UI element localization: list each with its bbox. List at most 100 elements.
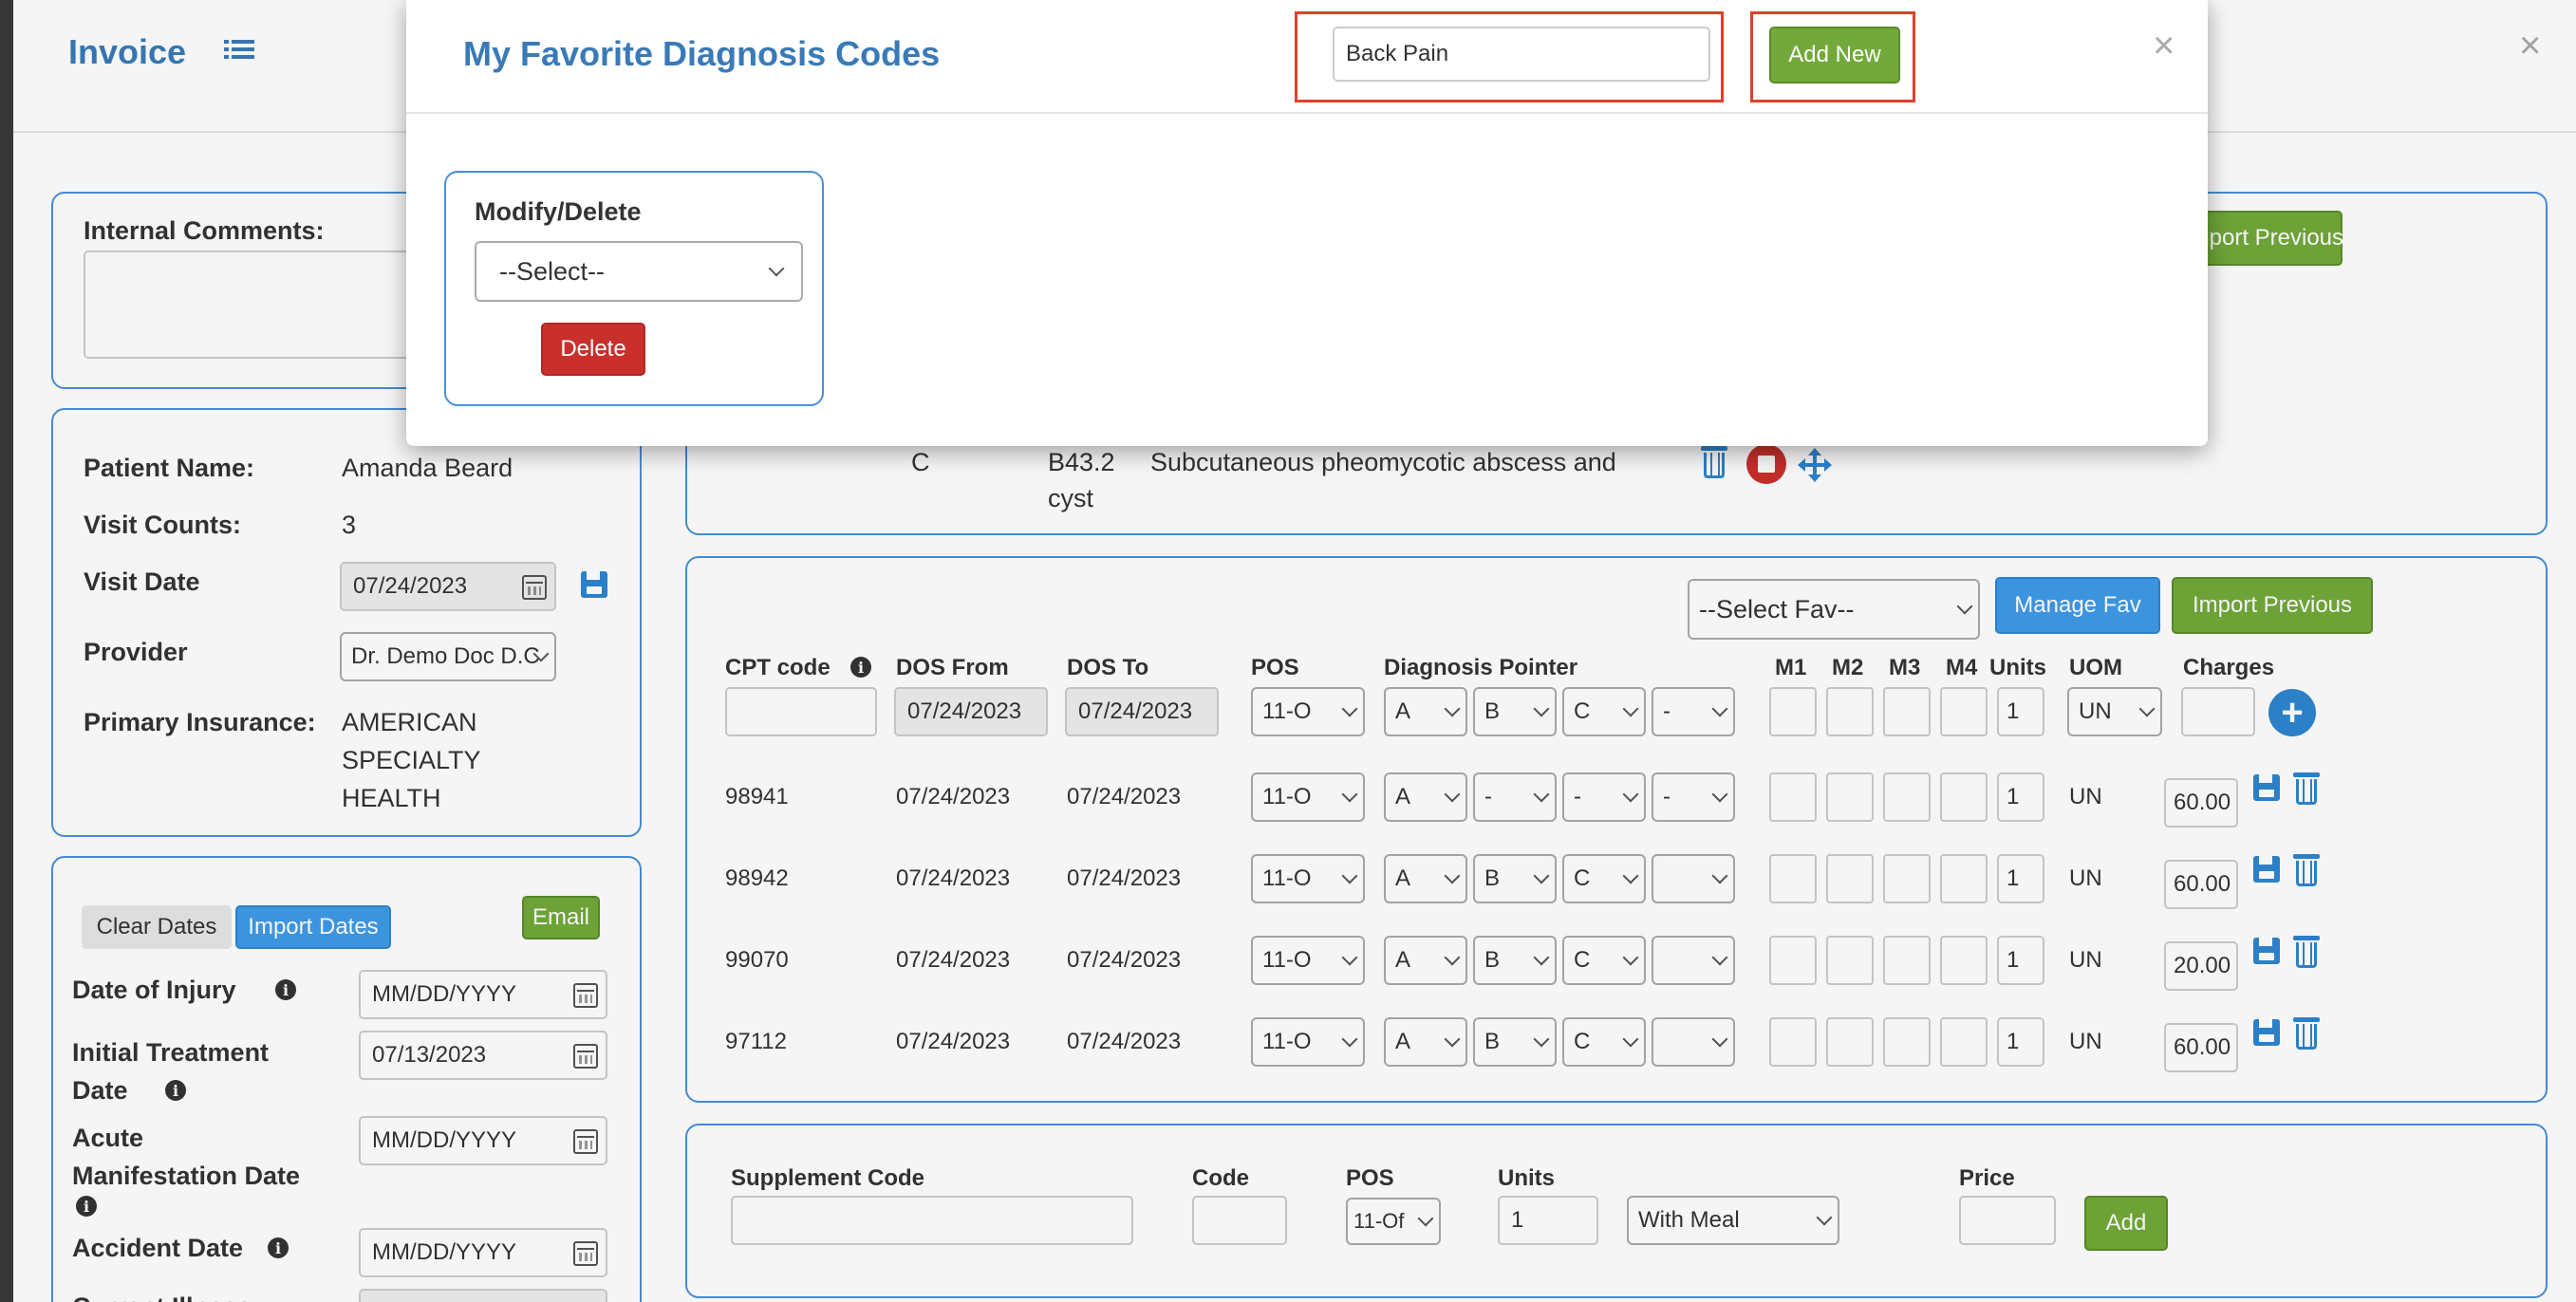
acute-manifestation-input[interactable]: MM/DD/YYYY [359,1116,607,1165]
units-input[interactable]: 1 [1997,772,2044,822]
accident-date-calendar-icon[interactable] [573,1241,598,1266]
add-cpt-icon[interactable]: + [2268,689,2316,736]
m3-input[interactable] [1883,936,1931,985]
pointer-1-select[interactable]: A [1384,854,1467,903]
pointer-3-select[interactable]: C [1562,936,1646,985]
date-of-injury-input[interactable]: MM/DD/YYYY [359,970,607,1019]
m1-input[interactable] [1769,854,1817,903]
invoice-close-icon[interactable]: × [2519,25,2541,67]
initial-treatment-calendar-icon[interactable] [573,1044,598,1069]
charges-input[interactable]: 60.00 [2164,860,2238,909]
pointer-2-select[interactable]: - [1473,772,1557,822]
initial-treatment-info-icon[interactable]: i [165,1080,186,1101]
m1-input[interactable] [1769,772,1817,822]
pointer-4-select[interactable] [1652,854,1735,903]
m3-input[interactable] [1883,772,1931,822]
row-delete-icon[interactable] [2293,772,2320,805]
accident-date-input[interactable]: MM/DD/YYYY [359,1228,607,1277]
m4-input[interactable] [1940,936,1988,985]
charges-input[interactable]: 60.00 [2164,1023,2238,1072]
pointer-3-select[interactable]: - [1562,772,1646,822]
units-input[interactable]: 1 [1997,854,2044,903]
units-input[interactable]: 1 [1997,1017,2044,1067]
m2-input[interactable] [1826,1017,1874,1067]
visit-date-calendar-icon[interactable] [522,575,547,600]
select-fav-dropdown[interactable]: --Select Fav-- [1688,579,1980,640]
current-illness-input[interactable] [359,1289,607,1302]
pointer-4-select[interactable]: - [1652,772,1735,822]
row-delete-icon[interactable] [2293,854,2320,886]
m2-input[interactable] [1826,854,1874,903]
new-m2-input[interactable] [1826,687,1874,736]
supplement-price-input[interactable] [1959,1196,2056,1245]
m3-input[interactable] [1883,1017,1931,1067]
add-new-button[interactable]: Add New [1769,27,1900,84]
manage-fav-button[interactable]: Manage Fav [1995,577,2160,634]
cpt-info-icon[interactable]: i [850,657,871,678]
row-save-icon[interactable] [2253,938,2280,964]
supplement-units-input[interactable]: 1 [1498,1196,1598,1245]
new-m1-input[interactable] [1769,687,1817,736]
accident-date-info-icon[interactable]: i [268,1237,289,1258]
m4-input[interactable] [1940,1017,1988,1067]
m3-input[interactable] [1883,854,1931,903]
acute-manifestation-info-icon[interactable]: i [76,1196,97,1217]
pointer-3-select[interactable]: C [1562,1017,1646,1067]
charges-input[interactable]: 60.00 [2164,778,2238,828]
m4-input[interactable] [1940,854,1988,903]
pos-select[interactable]: 11-O [1251,936,1365,985]
visit-date-save-icon[interactable] [581,571,607,598]
pos-select[interactable]: 11-O [1251,854,1365,903]
new-uom-select[interactable]: UN [2067,687,2162,736]
new-cpt-code-input[interactable] [725,687,877,736]
pointer-1-select[interactable]: A [1384,1017,1467,1067]
diagnosis-delete-icon[interactable] [1701,446,1727,478]
units-input[interactable]: 1 [1997,936,2044,985]
diagnosis-move-icon[interactable] [1796,446,1834,484]
acute-manifestation-calendar-icon[interactable] [573,1129,598,1154]
delete-button[interactable]: Delete [541,323,645,376]
charges-input[interactable]: 20.00 [2164,941,2238,991]
initial-treatment-input[interactable]: 07/13/2023 [359,1031,607,1080]
new-units-input[interactable]: 1 [1997,687,2044,736]
new-pointer-2-select[interactable]: B [1473,687,1557,736]
modify-delete-select[interactable]: --Select-- [475,241,803,302]
supplement-meal-select[interactable]: With Meal [1627,1196,1839,1245]
diagnosis-stop-icon[interactable] [1746,444,1786,484]
row-delete-icon[interactable] [2293,1017,2320,1050]
pos-select[interactable]: 11-O [1251,1017,1365,1067]
modal-close-icon[interactable]: × [2153,25,2175,67]
new-pos-select[interactable]: 11-O [1251,687,1365,736]
diagnosis-import-previous-button[interactable]: Import Previous [2184,211,2343,266]
new-charges-input[interactable] [2181,687,2255,736]
supplement-code2-input[interactable] [1192,1196,1287,1245]
m2-input[interactable] [1826,936,1874,985]
new-pointer-4-select[interactable]: - [1652,687,1735,736]
date-of-injury-info-icon[interactable]: i [275,979,296,1000]
row-save-icon[interactable] [2253,856,2280,883]
m1-input[interactable] [1769,936,1817,985]
row-delete-icon[interactable] [2293,936,2320,968]
pos-select[interactable]: 11-O [1251,772,1365,822]
new-pointer-1-select[interactable]: A [1384,687,1467,736]
new-dos-from-input[interactable]: 07/24/2023 [894,687,1048,736]
pointer-3-select[interactable]: C [1562,854,1646,903]
pointer-4-select[interactable] [1652,936,1735,985]
pointer-1-select[interactable]: A [1384,936,1467,985]
new-pointer-3-select[interactable]: C [1562,687,1646,736]
new-m4-input[interactable] [1940,687,1988,736]
date-of-injury-calendar-icon[interactable] [573,983,598,1008]
m4-input[interactable] [1940,772,1988,822]
pointer-2-select[interactable]: B [1473,1017,1557,1067]
diagnosis-search-input[interactable]: Back Pain [1333,27,1710,82]
cpt-import-previous-button[interactable]: Import Previous [2172,577,2373,634]
supplement-add-button[interactable]: Add [2084,1196,2168,1251]
m1-input[interactable] [1769,1017,1817,1067]
provider-select[interactable]: Dr. Demo Doc D.C [340,632,556,681]
pointer-2-select[interactable]: B [1473,936,1557,985]
clear-dates-button[interactable]: Clear Dates [82,905,232,949]
pointer-1-select[interactable]: A [1384,772,1467,822]
m2-input[interactable] [1826,772,1874,822]
supplement-pos-select[interactable]: 11-Of [1346,1198,1441,1245]
new-dos-to-input[interactable]: 07/24/2023 [1065,687,1219,736]
